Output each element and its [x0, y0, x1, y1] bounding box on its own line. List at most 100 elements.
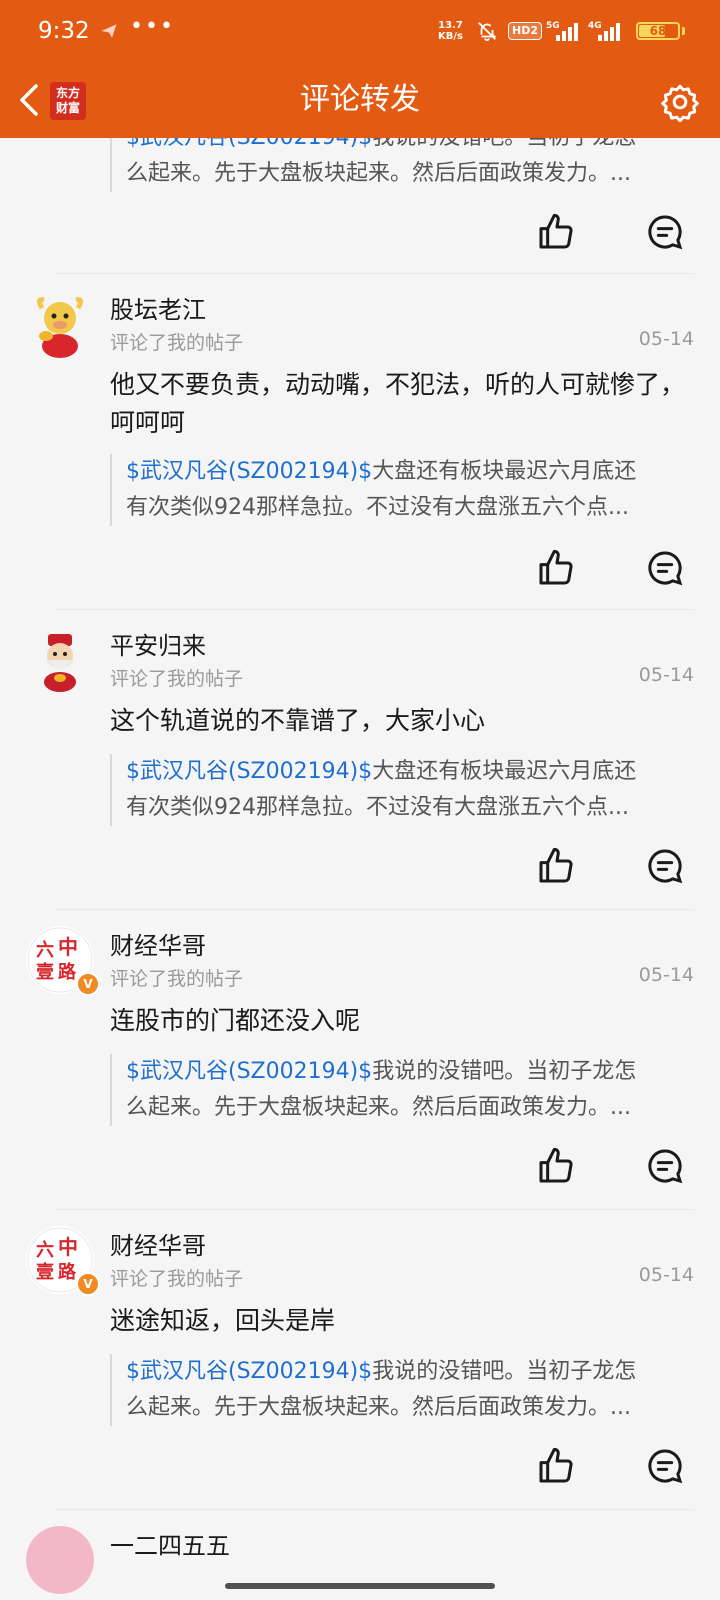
comment-date: 05-14	[638, 964, 694, 986]
svg-text:中: 中	[58, 935, 78, 959]
stock-link[interactable]: $武汉凡谷(SZ002194)$	[126, 759, 372, 784]
svg-text:中: 中	[58, 1235, 78, 1259]
like-button[interactable]	[536, 1146, 576, 1186]
like-button[interactable]	[536, 548, 576, 588]
avatar[interactable]	[26, 626, 94, 694]
stock-link[interactable]: $武汉凡谷(SZ002194)$	[126, 1359, 372, 1384]
svg-text:六: 六	[36, 1239, 54, 1261]
commenter-name[interactable]: 平安归来	[110, 626, 206, 661]
settings-button[interactable]	[656, 78, 704, 126]
mute-bell-icon	[476, 20, 498, 46]
comment-bubble-icon	[648, 1149, 683, 1184]
quoted-post[interactable]: $武汉凡谷(SZ002194)$我说的没错吧。当初子龙怎 么起来。先于大盘板块起…	[110, 1054, 690, 1126]
like-button[interactable]	[536, 1446, 576, 1486]
thumbs-up-icon	[539, 549, 573, 585]
top-bar: 9:32 ••• 13.7 KB/s HD2 5G 4G 68 评论转发 东方 …	[0, 0, 720, 138]
status-more: •••	[130, 14, 175, 39]
svg-text:壹: 壹	[36, 962, 54, 983]
comment-date: 05-14	[638, 328, 694, 350]
comment-action: 评论了我的帖子	[110, 968, 244, 990]
quoted-post[interactable]: $武汉凡谷(SZ002194)$大盘还有板块最迟六月底还 有次类似924那样急拉…	[110, 754, 690, 826]
quote-text: 大盘还有板块最迟六月底还	[372, 759, 637, 784]
thumbs-up-icon	[539, 1147, 573, 1183]
quoted-post[interactable]: $武汉凡谷(SZ002194)$我说的没错吧。当初子龙怎 么起来。先于大盘板块起…	[110, 1354, 690, 1426]
avatar[interactable]	[26, 1526, 94, 1594]
chevron-left-icon	[20, 84, 38, 116]
hd-badge: HD2	[508, 22, 542, 40]
comment-text[interactable]: 这个轨道说的不靠谱了，大家小心	[110, 702, 690, 740]
reply-button[interactable]	[645, 548, 685, 588]
reply-button[interactable]	[645, 846, 685, 886]
home-indicator[interactable]	[225, 1583, 495, 1589]
svg-text:4G: 4G	[588, 21, 602, 31]
quote-text: 么起来。先于大盘板块起来。然后后面政策发力。...	[126, 1095, 631, 1120]
logo-text-line2: 财富	[55, 101, 80, 115]
quote-text: 有次类似924那样急拉。不过没有大盘涨五六个点...	[126, 795, 629, 820]
comment-bubble-icon	[648, 849, 683, 884]
logo-text-line1: 东方	[55, 86, 80, 100]
stock-link[interactable]: $武汉凡谷(SZ002194)$	[126, 459, 372, 484]
avatar[interactable]: 六 中 壹 路 V	[26, 926, 100, 996]
commenter-name[interactable]: 财经华哥	[110, 1226, 206, 1261]
comment-bubble-icon	[648, 551, 683, 586]
comment-item[interactable]: 六 中 壹 路 V 财经华哥 评论了我的帖子 05-14 连股市的门都还没入呢 …	[0, 910, 720, 1210]
battery-icon: 68	[636, 22, 680, 40]
verified-badge: V	[76, 1272, 100, 1296]
app-logo[interactable]: 东方 财富	[50, 82, 86, 120]
quote-text: 么起来。先于大盘板块起来。然后后面政策发力。...	[126, 161, 631, 186]
quote-text: 么起来。先于大盘板块起来。然后后面政策发力。...	[126, 1395, 631, 1420]
reply-button[interactable]	[645, 212, 685, 252]
net-speed-value: 13.7	[438, 20, 463, 31]
back-button[interactable]	[8, 78, 52, 122]
status-time: 9:32	[38, 18, 90, 44]
signal-4g-icon: 4G	[588, 19, 626, 47]
thumbs-up-icon	[539, 847, 573, 883]
signal-5g-icon: 5G	[546, 19, 584, 47]
svg-text:六: 六	[36, 939, 54, 961]
comment-text[interactable]: 他又不要负责，动动嘴，不犯法，听的人可就惨了，呵呵呵	[110, 366, 690, 442]
comment-item[interactable]: 股坛老江 评论了我的帖子 05-14 他又不要负责，动动嘴，不犯法，听的人可就惨…	[0, 274, 720, 610]
avatar[interactable]	[26, 290, 94, 358]
reply-button[interactable]	[645, 1146, 685, 1186]
gear-icon	[661, 84, 699, 122]
reply-button[interactable]	[645, 1446, 685, 1486]
quote-text: 我说的没错吧。当初子龙怎	[372, 1059, 637, 1084]
comment-item[interactable]: 六 中 壹 路 V 财经华哥 评论了我的帖子 05-14 迷途知返，回头是岸 $…	[0, 1210, 720, 1510]
comment-action: 评论了我的帖子	[110, 1268, 244, 1290]
commenter-name[interactable]: 股坛老江	[110, 290, 206, 325]
comment-date: 05-14	[638, 664, 694, 686]
pink-avatar-icon	[26, 1526, 94, 1594]
svg-text:路: 路	[58, 1261, 77, 1283]
svg-text:5G: 5G	[546, 21, 560, 31]
battery-tip	[682, 27, 685, 35]
quote-text: 有次类似924那样急拉。不过没有大盘涨五六个点...	[126, 495, 629, 520]
comment-item[interactable]: 平安归来 评论了我的帖子 05-14 这个轨道说的不靠谱了，大家小心 $武汉凡谷…	[0, 610, 720, 910]
nav-bar: 评论转发 东方 财富	[0, 66, 720, 138]
quoted-post[interactable]: $武汉凡谷(SZ002194)$大盘还有板块最迟六月底还 有次类似924那样急拉…	[110, 454, 690, 526]
comment-action: 评论了我的帖子	[110, 668, 244, 690]
comment-text[interactable]: 连股市的门都还没入呢	[110, 1002, 690, 1040]
page-title: 评论转发	[300, 82, 420, 117]
comment-action: 评论了我的帖子	[110, 332, 244, 354]
ox-mascot-icon	[26, 290, 94, 358]
comment-bubble-icon	[648, 1449, 683, 1484]
quote-text: 我说的没错吧。当初子龙怎	[372, 1359, 637, 1384]
svg-text:壹: 壹	[36, 1262, 54, 1283]
commenter-name[interactable]: 财经华哥	[110, 926, 206, 961]
fortune-god-icon	[26, 626, 94, 694]
quote-text: 大盘还有板块最迟六月底还	[372, 459, 637, 484]
verified-badge: V	[76, 972, 100, 996]
svg-text:路: 路	[58, 961, 77, 983]
like-button[interactable]	[536, 846, 576, 886]
thumbs-up-icon	[539, 213, 573, 249]
status-bar: 9:32 ••• 13.7 KB/s HD2 5G 4G 68	[0, 0, 720, 66]
commenter-name[interactable]: 一二四五五	[110, 1526, 230, 1561]
comment-bubble-icon	[648, 215, 683, 250]
avatar[interactable]: 六 中 壹 路 V	[26, 1226, 100, 1296]
like-button[interactable]	[536, 212, 576, 252]
paper-plane-icon	[100, 22, 118, 44]
comment-text[interactable]: 迷途知返，回头是岸	[110, 1302, 690, 1340]
thumbs-up-icon	[539, 1447, 573, 1483]
stock-link[interactable]: $武汉凡谷(SZ002194)$	[126, 1059, 372, 1084]
comment-date: 05-14	[638, 1264, 694, 1286]
